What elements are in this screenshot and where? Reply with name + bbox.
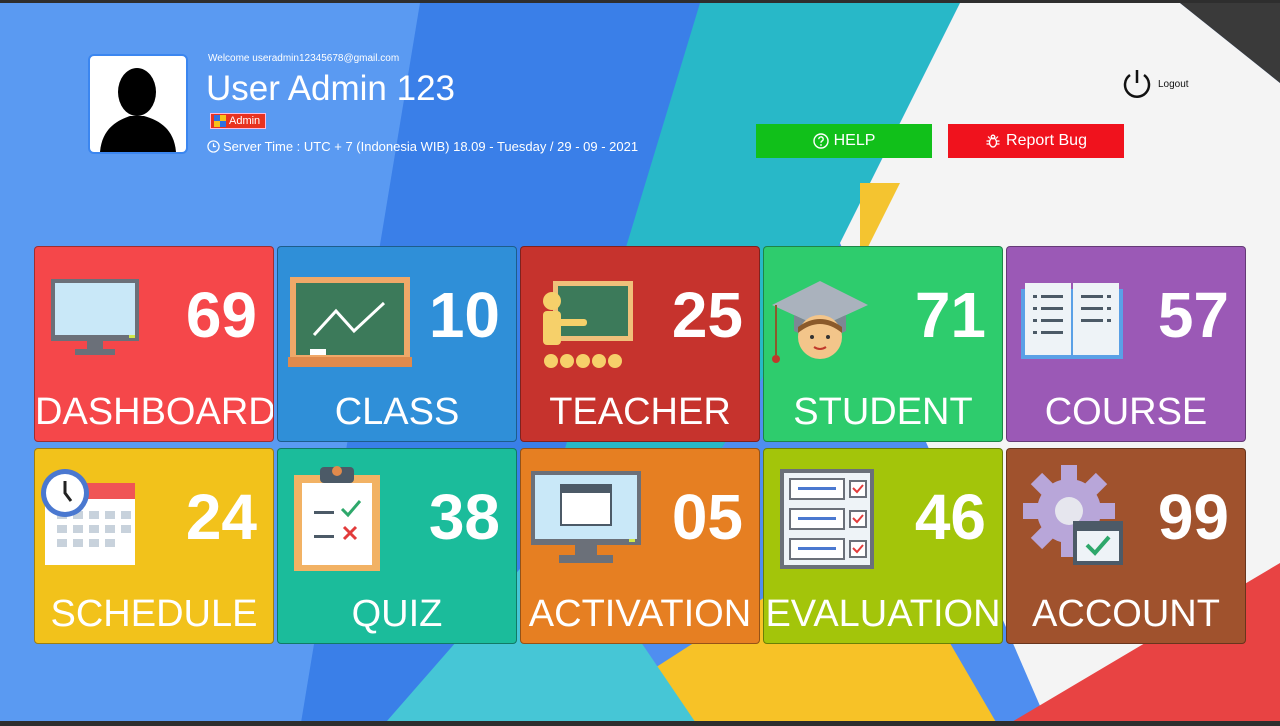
server-time-text: Server Time : UTC + 7 (Indonesia WIB) 18… bbox=[223, 139, 639, 154]
tile-count: 10 bbox=[428, 279, 500, 351]
tile-schedule[interactable]: 24 SCHEDULE bbox=[34, 448, 274, 644]
tile-label: EVALUATION bbox=[765, 593, 1001, 635]
gear-check-icon bbox=[1023, 465, 1123, 565]
tile-label: TEACHER bbox=[549, 391, 731, 433]
role-badge: Admin bbox=[210, 113, 267, 129]
tile-student[interactable]: 71 STUDENT bbox=[763, 246, 1003, 442]
help-label: HELP bbox=[833, 132, 876, 149]
tile-count: 05 bbox=[671, 481, 743, 553]
tile-count: 46 bbox=[914, 481, 986, 553]
tile-teacher[interactable]: 25 TEACHER bbox=[520, 246, 760, 442]
shield-icon bbox=[214, 115, 226, 127]
tile-label: DASHBOARD bbox=[35, 391, 274, 433]
tile-dashboard[interactable]: 69 DASHBOARD bbox=[34, 246, 274, 442]
question-circle-icon bbox=[812, 133, 829, 149]
open-book-icon bbox=[1021, 283, 1123, 359]
tile-count: 57 bbox=[1157, 279, 1229, 351]
tile-label: CLASS bbox=[334, 391, 460, 433]
tile-quiz[interactable]: 38 QUIZ bbox=[277, 448, 517, 644]
logout-button[interactable]: Logout bbox=[1120, 67, 1189, 101]
clipboard-checklist-icon bbox=[294, 466, 380, 571]
tile-count: 99 bbox=[1157, 481, 1229, 553]
tile-label: STUDENT bbox=[793, 391, 973, 433]
chalkboard-icon bbox=[288, 277, 412, 367]
user-name: User Admin 123 bbox=[206, 69, 456, 108]
tile-label: ACCOUNT bbox=[1032, 593, 1220, 635]
tile-label: COURSE bbox=[1044, 391, 1208, 433]
help-button[interactable]: HELP bbox=[756, 124, 932, 158]
user-silhouette-icon bbox=[100, 68, 176, 152]
tile-label: ACTIVATION bbox=[528, 593, 752, 635]
welcome-text: Welcome useradmin12345678@gmail.com bbox=[208, 53, 400, 64]
checklist-form-icon bbox=[780, 469, 874, 569]
tile-label: SCHEDULE bbox=[50, 593, 258, 635]
role-badge-label: Admin bbox=[229, 115, 261, 127]
tile-evaluation[interactable]: 46 EVALUATION bbox=[763, 448, 1003, 644]
tile-course[interactable]: 57 COURSE bbox=[1006, 246, 1246, 442]
computer-window-icon bbox=[531, 471, 641, 563]
power-icon bbox=[1123, 70, 1151, 98]
calendar-clock-icon bbox=[41, 469, 135, 565]
avatar bbox=[88, 54, 188, 154]
bug-icon bbox=[986, 134, 1000, 148]
tile-class[interactable]: 10 CLASS bbox=[277, 246, 517, 442]
tile-count: 25 bbox=[671, 279, 743, 351]
tile-count: 69 bbox=[185, 279, 257, 351]
monitor-icon bbox=[51, 279, 139, 355]
tile-label: QUIZ bbox=[351, 593, 443, 635]
tile-count: 24 bbox=[185, 481, 257, 553]
tile-count: 38 bbox=[428, 481, 500, 553]
logout-label: Logout bbox=[1158, 78, 1189, 90]
server-time: Server Time : UTC + 7 (Indonesia WIB) 18… bbox=[207, 139, 638, 154]
clock-icon bbox=[207, 140, 220, 153]
tile-activation[interactable]: 05 ACTIVATION bbox=[520, 448, 760, 644]
teacher-icon bbox=[543, 281, 633, 368]
report-bug-label: Report Bug bbox=[1006, 132, 1087, 149]
tile-count: 71 bbox=[914, 279, 986, 351]
admin-dashboard-screen: Welcome useradmin12345678@gmail.com User… bbox=[0, 0, 1280, 726]
graduate-icon bbox=[772, 281, 868, 363]
tile-account[interactable]: 99 ACCOUNT bbox=[1006, 448, 1246, 644]
report-bug-button[interactable]: Report Bug bbox=[948, 124, 1124, 158]
